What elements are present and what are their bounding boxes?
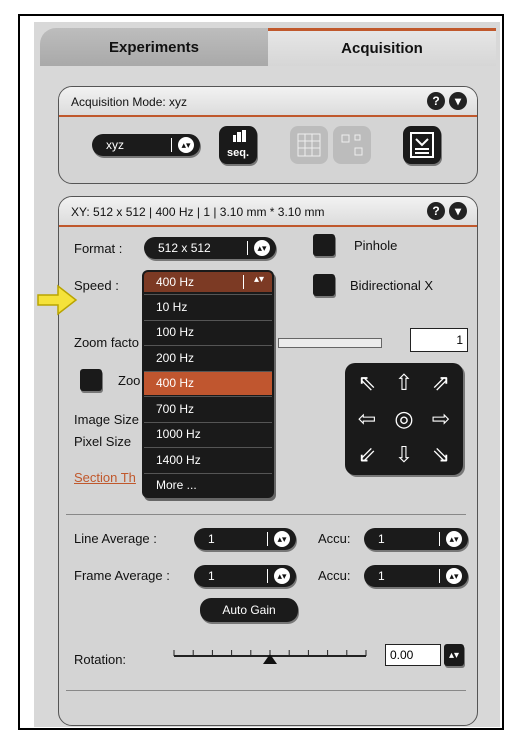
pointer-arrow-icon <box>37 284 78 316</box>
grid-icon <box>297 133 321 157</box>
line-average-value: 1 <box>208 532 215 546</box>
tile-scan-button <box>290 126 328 164</box>
speed-dropdown-header[interactable]: 400 Hz ▴▾ <box>144 272 272 292</box>
speed-option[interactable]: More ... <box>144 472 272 497</box>
auto-gain-button[interactable]: Auto Gain <box>200 598 298 622</box>
spin-icon: ▴▾ <box>274 568 290 584</box>
spin-icon: ▴▾ <box>254 240 270 256</box>
pinhole-label: Pinhole <box>354 238 398 253</box>
rotation-slider-graphic <box>173 650 367 664</box>
frame-average-value: 1 <box>208 569 215 583</box>
svg-text:seq.: seq. <box>227 147 249 159</box>
arrow-down-icon[interactable]: ⇩ <box>387 439 421 471</box>
help-icon[interactable]: ? <box>427 202 445 220</box>
accu-select-2[interactable]: 1 ▴▾ <box>364 565 468 587</box>
zoom-checkbox-label: Zoo <box>118 373 141 388</box>
arrow-up-icon[interactable]: ⇧ <box>387 367 421 399</box>
accu-label-1: Accu: <box>318 531 351 546</box>
section-thickness-link[interactable]: Section Th <box>74 470 136 485</box>
tab-acquisition-label: Acquisition <box>341 40 423 57</box>
center-icon[interactable]: ◎ <box>387 403 421 435</box>
spin-icon: ▴▾ <box>178 137 194 153</box>
download-button[interactable] <box>403 126 441 164</box>
spin-icon: ▴▾ <box>446 531 462 547</box>
rotation-input[interactable]: 0.00 <box>385 644 441 666</box>
format-label: Format : <box>74 241 123 256</box>
zoom-value: 1 <box>456 333 463 347</box>
speed-option[interactable]: 700 Hz <box>144 396 272 420</box>
tab-acquisition[interactable]: Acquisition <box>268 28 496 66</box>
sequence-icon: seq. <box>227 130 249 159</box>
zoom-slider[interactable] <box>278 338 382 348</box>
zoom-checkbox[interactable] <box>80 369 102 391</box>
arrow-down-right-icon[interactable]: ⇘ <box>424 439 458 471</box>
tab-bar: Experiments Acquisition <box>40 28 496 66</box>
accu-select-1[interactable]: 1 ▴▾ <box>364 528 468 550</box>
frame-average-label: Frame Average : <box>74 568 170 583</box>
acquisition-mode-select[interactable]: xyz ▴▾ <box>92 134 200 156</box>
spin-icon: ▴▾ <box>253 274 264 285</box>
rotation-slider[interactable] <box>172 644 368 666</box>
zoom-input[interactable]: 1 <box>410 328 468 352</box>
collapse-icon[interactable]: ▾ <box>449 202 467 220</box>
speed-option[interactable]: 400 Hz <box>144 370 272 395</box>
acquisition-mode-value: xyz <box>106 138 124 152</box>
acquisition-mode-header: Acquisition Mode: xyz ? ▾ <box>59 87 477 117</box>
auto-gain-label: Auto Gain <box>222 603 276 617</box>
bottom-divider <box>66 690 466 691</box>
stepper-icon: ▴▾ <box>448 649 460 661</box>
xy-panel-title: XY: 512 x 512 | 400 Hz | 1 | 3.10 mm * 3… <box>71 205 325 219</box>
download-icon <box>410 132 434 158</box>
format-select[interactable]: 512 x 512 ▴▾ <box>144 237 276 259</box>
positions-icon <box>341 134 363 156</box>
image-size-label: Image Size <box>74 412 140 427</box>
accu-value-1: 1 <box>378 532 385 546</box>
speed-dropdown[interactable]: 400 Hz ▴▾ 10 Hz 100 Hz 200 Hz 400 Hz 700 Hz 1… <box>142 270 274 498</box>
bidirectional-label: Bidirectional X <box>350 278 434 293</box>
speed-option[interactable]: 1000 Hz <box>144 421 272 446</box>
spin-icon: ▴▾ <box>446 568 462 584</box>
position-button <box>333 126 371 164</box>
accu-label-2: Accu: <box>318 568 351 583</box>
rotation-stepper[interactable]: ▴▾ <box>444 644 464 666</box>
pinhole-checkbox[interactable] <box>313 234 335 256</box>
seq-button[interactable]: seq. <box>219 126 257 164</box>
scan-field-direction-pad: ⇖ ⇧ ⇗ ⇦ ◎ ⇨ ⇙ ⇩ ⇘ <box>345 363 463 475</box>
speed-current-value: 400 Hz <box>156 275 195 289</box>
bidirectional-checkbox[interactable] <box>313 274 335 296</box>
line-average-select[interactable]: 1 ▴▾ <box>194 528 296 550</box>
speed-label: Speed : <box>74 278 119 293</box>
pixel-size-label: Pixel Size <box>74 434 132 449</box>
arrow-left-icon[interactable]: ⇦ <box>350 403 384 435</box>
rotation-label: Rotation: <box>74 652 127 667</box>
section-divider <box>66 514 466 515</box>
format-value: 512 x 512 <box>158 241 211 255</box>
arrow-right-icon[interactable]: ⇨ <box>424 403 458 435</box>
speed-option[interactable]: 200 Hz <box>144 345 272 369</box>
spin-icon: ▴▾ <box>274 531 290 547</box>
zoom-factor-label: Zoom facto <box>74 335 140 350</box>
line-average-label: Line Average : <box>74 531 157 546</box>
acquisition-mode-title: Acquisition Mode: xyz <box>71 95 188 109</box>
frame-average-select[interactable]: 1 ▴▾ <box>194 565 296 587</box>
help-icon[interactable]: ? <box>427 92 445 110</box>
speed-option[interactable]: 10 Hz <box>144 294 272 318</box>
rotation-value: 0.00 <box>390 648 414 662</box>
accu-value-2: 1 <box>378 569 385 583</box>
arrow-up-right-icon[interactable]: ⇗ <box>424 367 458 399</box>
speed-option[interactable]: 1400 Hz <box>144 447 272 471</box>
arrow-down-left-icon[interactable]: ⇙ <box>350 439 384 471</box>
tab-experiments-label: Experiments <box>108 38 200 56</box>
xy-panel-header: XY: 512 x 512 | 400 Hz | 1 | 3.10 mm * 3… <box>59 197 477 227</box>
arrow-up-left-icon[interactable]: ⇖ <box>350 367 384 399</box>
tab-experiments[interactable]: Experiments <box>40 28 268 66</box>
collapse-icon[interactable]: ▾ <box>449 92 467 110</box>
speed-option[interactable]: 100 Hz <box>144 319 272 344</box>
